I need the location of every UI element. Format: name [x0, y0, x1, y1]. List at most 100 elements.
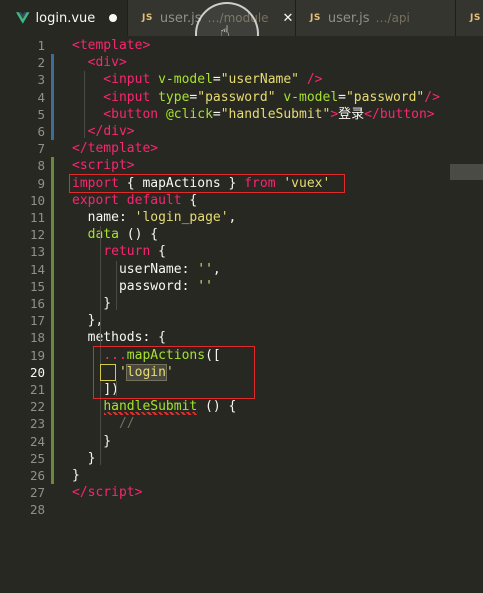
code-token: </	[72, 124, 104, 139]
line-number: 28	[29, 502, 45, 518]
code-line[interactable]: 15 password: ''	[0, 277, 483, 295]
code-token: =	[212, 106, 221, 122]
git-change-marker	[51, 191, 54, 209]
code-token: export	[72, 192, 119, 208]
code-token: </	[72, 141, 88, 157]
code-line[interactable]: 12 data () {	[0, 226, 483, 244]
code-editor[interactable]: 1 <template> 2 <div> 3 <input v-model="user…	[0, 36, 483, 593]
js-icon: JS	[142, 13, 153, 23]
code-line[interactable]: 13 return {	[0, 243, 483, 261]
line-number: 10	[29, 192, 45, 208]
line-number: 5	[37, 106, 45, 122]
code-token: () {	[118, 227, 159, 243]
line-number: 18	[29, 330, 45, 346]
git-change-marker	[51, 105, 54, 123]
code-line[interactable]: 14 userName: '',	[0, 260, 483, 278]
line-number: 20	[29, 364, 45, 380]
git-change-marker	[51, 312, 54, 330]
code-line[interactable]: 2 <div>	[0, 54, 483, 72]
code-text: }	[72, 295, 111, 312]
code-text: }	[72, 433, 111, 450]
code-line[interactable]: 25 }	[0, 449, 483, 467]
code-text: data () {	[72, 226, 158, 243]
js-icon: JS	[310, 13, 321, 23]
code-token: <	[72, 55, 96, 71]
code-token: <	[72, 106, 112, 122]
line-number: 2	[37, 55, 45, 71]
code-line[interactable]: 4 <input type="password" v-model="passwo…	[0, 88, 483, 106]
code-token: data	[87, 227, 119, 243]
code-token: password	[118, 278, 182, 294]
indent-guide	[116, 260, 117, 311]
code-token: >	[426, 106, 435, 122]
git-change-marker	[51, 157, 54, 175]
code-line[interactable]: 17 },	[0, 312, 483, 330]
code-token: 登录	[338, 106, 365, 122]
git-change-marker	[51, 174, 54, 192]
code-line[interactable]: 27 </script>	[0, 484, 483, 501]
code-line[interactable]: 7 </template>	[0, 140, 483, 157]
code-token: />	[299, 72, 323, 88]
modified-dot-icon[interactable]	[109, 14, 117, 22]
code-line[interactable]: 22 handleSubmit () {	[0, 398, 483, 416]
code-token: >	[126, 124, 135, 139]
git-change-marker	[51, 123, 54, 141]
git-change-marker	[51, 260, 54, 278]
code-line[interactable]: 26}	[0, 467, 483, 485]
code-token: type	[158, 89, 190, 105]
git-change-marker	[51, 71, 54, 89]
tab-overflow[interactable]: JS	[456, 0, 483, 36]
code-line[interactable]: 3 <input v-model="userName" />	[0, 71, 483, 89]
code-line[interactable]: 10 export default {	[0, 191, 483, 209]
code-text: </script>	[72, 484, 142, 501]
vue-icon	[16, 12, 30, 24]
indent-guide	[84, 71, 85, 139]
code-line[interactable]: 11 name: 'login_page',	[0, 209, 483, 227]
tab-login-vue[interactable]: login.vue	[0, 0, 128, 36]
code-text: methods: {	[72, 329, 166, 346]
code-line[interactable]: 18 methods: {	[0, 329, 483, 347]
code-line[interactable]: 24 }	[0, 432, 483, 450]
code-token: <	[72, 158, 80, 174]
tab-user-js-api[interactable]: JS user.js …/api	[296, 0, 456, 36]
line-number: 19	[29, 347, 45, 363]
code-token: ''	[197, 278, 213, 294]
code-line[interactable]: 5 <button @click="handleSubmit">登录</butt…	[0, 105, 483, 123]
code-token: >	[134, 485, 143, 501]
code-line[interactable]: 23 //	[0, 415, 483, 433]
code-token: return	[103, 244, 151, 260]
code-line[interactable]: 28	[0, 501, 483, 518]
code-text: </div>	[72, 123, 135, 140]
line-number: 16	[29, 296, 45, 311]
code-token: <	[72, 72, 112, 88]
close-icon[interactable]: ✕	[283, 11, 294, 26]
code-token: name	[87, 210, 119, 225]
code-token: "password"	[345, 89, 425, 105]
line-number: 6	[37, 124, 45, 139]
code-token: v-model	[283, 89, 339, 105]
code-line[interactable]: 1 <template>	[0, 37, 483, 54]
code-line[interactable]: 6 </div>	[0, 123, 483, 141]
code-token: >	[330, 106, 339, 122]
tab-path: …/api	[375, 11, 410, 25]
code-text: }	[72, 467, 80, 484]
code-text: name: 'login_page',	[72, 209, 237, 226]
git-change-marker	[51, 277, 54, 295]
line-number: 17	[29, 313, 45, 329]
code-token: @click	[165, 106, 213, 122]
code-line[interactable]: 8 <script>	[0, 157, 483, 175]
error-squiggle	[104, 412, 198, 416]
code-line[interactable]: 16 }	[0, 295, 483, 313]
code-token: =	[212, 72, 221, 88]
line-number: 15	[29, 278, 45, 294]
code-token: template	[79, 38, 143, 53]
